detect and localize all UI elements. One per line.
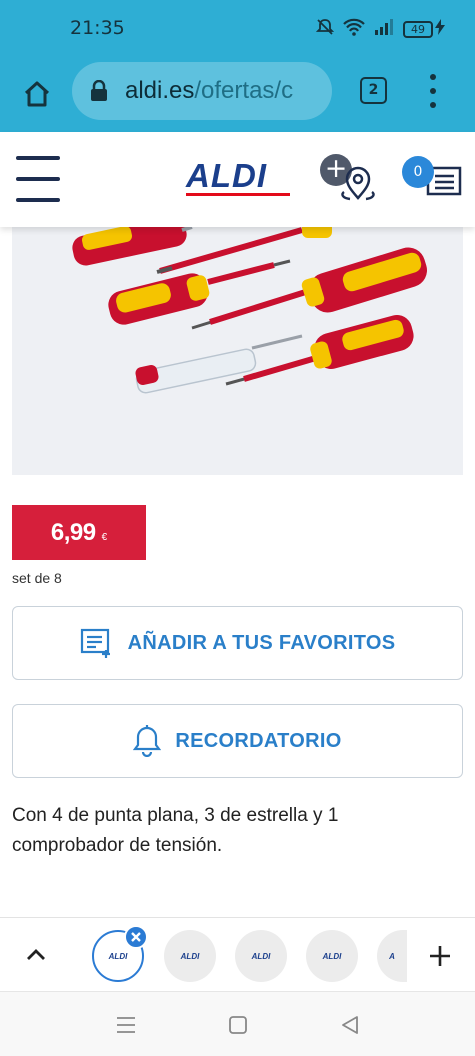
recents-button[interactable] <box>112 1012 140 1038</box>
hamburger-line <box>16 198 60 202</box>
reminder-button[interactable]: RECORDATORIO <box>12 704 463 778</box>
system-navigation-bar <box>0 991 475 1056</box>
address-bar[interactable]: aldi.es/ofertas/c <box>72 62 332 120</box>
product-description: Con 4 de punta plana, 3 de estrella y 1 … <box>12 805 339 856</box>
status-time: 21:35 <box>70 17 125 39</box>
price-currency: € <box>101 532 108 543</box>
menu-dot <box>430 102 436 108</box>
battery-indicator: 49 <box>403 19 445 39</box>
url-text: aldi.es/ofertas/c <box>125 77 293 105</box>
add-to-favorites-button[interactable]: AÑADIR A TUS FAVORITOS <box>12 606 463 680</box>
recents-icon <box>117 1017 135 1033</box>
tab-strip: ALDI ALDI ALDI ALDI A <box>0 917 475 991</box>
reminder-label: RECORDATORIO <box>175 729 342 752</box>
charging-icon <box>435 19 445 39</box>
product-image[interactable] <box>12 220 463 475</box>
back-icon <box>342 1016 358 1034</box>
price-value: 6,99 <box>50 518 96 546</box>
lock-icon <box>90 79 108 106</box>
bell-icon <box>133 725 162 757</box>
store-locator-button[interactable]: + <box>316 152 382 202</box>
mute-icon <box>315 18 335 40</box>
hamburger-line <box>16 156 60 160</box>
tab-logo: ALDI <box>180 951 200 961</box>
tab-logo: ALDI <box>108 951 128 961</box>
price-badge: 6,99 € <box>12 505 146 560</box>
chevron-up-icon <box>27 949 45 960</box>
favorites-label: AÑADIR A TUS FAVORITOS <box>127 631 396 654</box>
back-nav-button[interactable] <box>336 1012 364 1038</box>
aldi-logo[interactable]: ALDI <box>186 157 290 196</box>
screwdriver-set-image <box>72 220 427 394</box>
tab-thumbnail[interactable]: A <box>377 930 407 982</box>
menu-hamburger-button[interactable] <box>16 156 60 202</box>
aldi-logo-text: ALDI <box>186 157 267 194</box>
close-tab-button[interactable] <box>124 925 148 949</box>
screwdriver-top-left <box>72 220 193 266</box>
home-nav-button[interactable] <box>224 1012 252 1038</box>
browser-menu-button[interactable] <box>420 74 446 108</box>
screwdriver-middle-left <box>108 259 291 325</box>
url-domain: aldi.es <box>125 77 195 104</box>
menu-dot <box>430 88 436 94</box>
signal-icon <box>374 19 394 39</box>
status-bar: 21:35 49 <box>0 0 475 60</box>
hamburger-line <box>16 177 60 181</box>
site-header: ALDI + 0 <box>0 132 475 227</box>
tab-thumbnail[interactable]: ALDI <box>306 930 358 982</box>
tab-logo: ALDI <box>251 951 271 961</box>
battery-level: 49 <box>403 20 433 38</box>
voltage-tester <box>135 334 303 394</box>
home-icon <box>24 81 50 107</box>
tab-logo: A <box>389 951 395 961</box>
home-square-icon <box>229 1016 247 1034</box>
shopping-list-button[interactable]: 0 <box>400 154 466 202</box>
expand-tabs-button[interactable] <box>20 940 52 970</box>
url-path: /ofertas/c <box>194 77 294 104</box>
new-tab-button[interactable] <box>424 940 456 972</box>
add-to-list-icon <box>80 628 110 658</box>
shopping-list-count: 0 <box>402 156 434 188</box>
menu-dot <box>430 74 436 80</box>
map-pin-icon <box>341 166 375 201</box>
product-unit: set de 8 <box>12 570 62 586</box>
tab-thumbnail[interactable]: ALDI <box>235 930 287 982</box>
wifi-icon <box>343 18 365 40</box>
status-icons: 49 <box>315 18 445 40</box>
tab-logo: ALDI <box>322 951 342 961</box>
home-button[interactable] <box>18 75 56 113</box>
tab-thumbnail[interactable]: ALDI <box>164 930 216 982</box>
plus-icon <box>430 946 450 966</box>
browser-toolbar: aldi.es/ofertas/c 2 <box>0 60 475 132</box>
tab-switcher-button[interactable]: 2 <box>360 77 387 104</box>
close-icon <box>131 932 141 942</box>
